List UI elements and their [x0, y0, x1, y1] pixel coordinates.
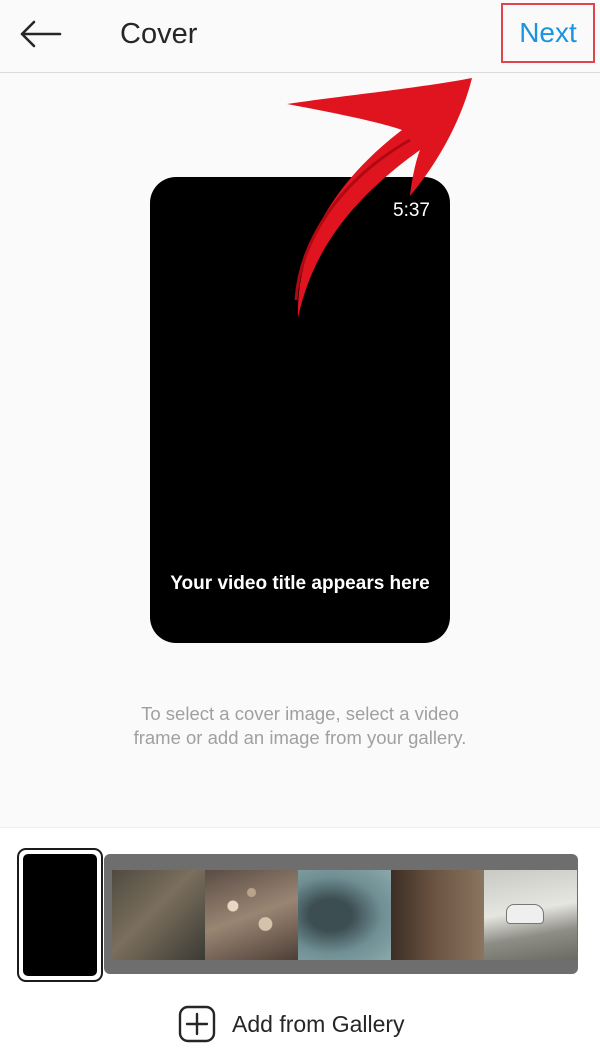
cover-hint-text: To select a cover image, select a video …: [133, 703, 467, 748]
top-bar: Cover Next: [0, 0, 600, 73]
add-from-gallery-button[interactable]: Add from Gallery: [178, 1004, 405, 1044]
filmstrip-frame[interactable]: [112, 870, 205, 960]
add-from-gallery-label: Add from Gallery: [232, 1010, 405, 1037]
filmstrip-frame[interactable]: [298, 870, 391, 960]
filmstrip-frame[interactable]: [391, 870, 484, 960]
arrow-left-icon: [20, 20, 62, 48]
selected-frame-thumbnail: [23, 854, 97, 976]
car-thumbnail: [506, 904, 544, 924]
video-duration: 5:37: [393, 200, 430, 221]
filmstrip-frame[interactable]: [484, 870, 577, 960]
next-button[interactable]: Next: [501, 3, 595, 63]
plus-square-icon: [178, 1005, 216, 1043]
back-button[interactable]: [14, 14, 66, 54]
cover-preview: 5:37 Your video title appears here: [150, 177, 450, 643]
selected-cover-frame[interactable]: [17, 848, 103, 982]
video-filmstrip[interactable]: [104, 854, 578, 974]
filmstrip-frame[interactable]: [205, 870, 298, 960]
page-title: Cover: [120, 18, 198, 50]
video-title-placeholder: Your video title appears here: [170, 573, 430, 594]
